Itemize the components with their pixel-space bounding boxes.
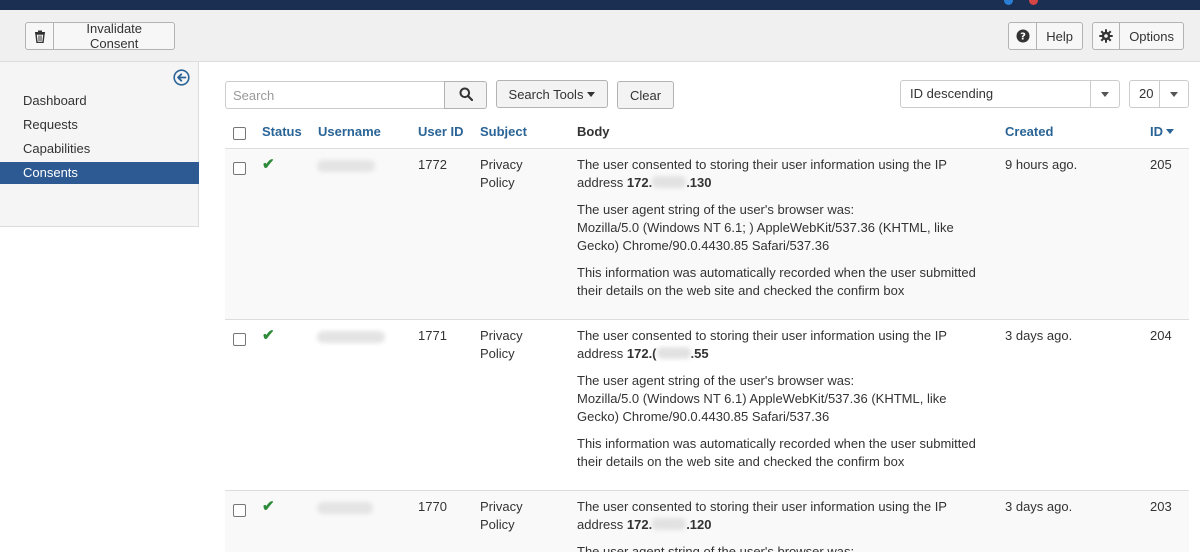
svg-text:?: ? bbox=[1020, 32, 1026, 43]
created-time: 3 days ago. bbox=[1005, 499, 1073, 514]
check-icon[interactable]: ✔ bbox=[262, 497, 275, 515]
consent-id: 203 bbox=[1150, 499, 1172, 514]
ordering-value: ID descending bbox=[910, 86, 994, 101]
table-row: ✔ 1772 Privacy Policy The user consented… bbox=[225, 149, 1189, 320]
column-header-username[interactable]: Username bbox=[318, 124, 381, 139]
clear-button[interactable]: Clear bbox=[617, 81, 674, 109]
user-id: 1772 bbox=[418, 157, 447, 172]
chevron-down-icon bbox=[1090, 81, 1119, 107]
top-bar bbox=[0, 0, 1200, 10]
username-redacted[interactable] bbox=[317, 502, 373, 514]
help-button[interactable]: ? Help bbox=[1008, 22, 1083, 50]
created-time: 9 hours ago. bbox=[1005, 157, 1078, 172]
limit-value: 20 bbox=[1139, 86, 1154, 101]
column-header-created[interactable]: Created bbox=[1005, 124, 1053, 139]
username-redacted[interactable] bbox=[317, 331, 385, 343]
caret-down-icon bbox=[587, 91, 596, 97]
column-header-status[interactable]: Status bbox=[262, 124, 302, 139]
sidebar-item-dashboard[interactable]: Dashboard bbox=[0, 90, 199, 112]
sort-desc-icon bbox=[1166, 129, 1174, 134]
created-time: 3 days ago. bbox=[1005, 328, 1073, 343]
clear-label: Clear bbox=[629, 87, 662, 103]
help-label: Help bbox=[1046, 28, 1073, 44]
user-id: 1770 bbox=[418, 499, 447, 514]
question-icon: ? bbox=[1009, 23, 1038, 49]
subject-line2: Policy bbox=[480, 517, 515, 532]
table-row: ✔ 1771 Privacy Policy The user consented… bbox=[225, 320, 1189, 491]
invalidate-consent-label: Invalidate Consent bbox=[86, 21, 143, 51]
limit-select[interactable]: 20 bbox=[1129, 80, 1189, 108]
options-label: Options bbox=[1129, 28, 1174, 44]
notification-dot-red[interactable] bbox=[1029, 0, 1038, 5]
subject-line1: Privacy bbox=[480, 328, 523, 343]
row-checkbox[interactable] bbox=[233, 162, 246, 175]
consent-id: 205 bbox=[1150, 157, 1172, 172]
sidebar-item-capabilities[interactable]: Capabilities bbox=[0, 138, 199, 160]
sidebar-item-consents[interactable]: Consents bbox=[0, 162, 199, 184]
row-checkbox[interactable] bbox=[233, 333, 246, 346]
user-id: 1771 bbox=[418, 328, 447, 343]
sidebar: Dashboard Requests Capabilities Consents bbox=[0, 62, 199, 227]
options-button[interactable]: Options bbox=[1092, 22, 1184, 50]
column-header-id[interactable]: ID bbox=[1150, 124, 1174, 139]
invalidate-consent-button[interactable]: Invalidate Consent bbox=[25, 21, 175, 51]
check-icon[interactable]: ✔ bbox=[262, 155, 275, 173]
search-icon bbox=[459, 87, 473, 104]
column-header-id-label: ID bbox=[1150, 124, 1163, 139]
search-button[interactable] bbox=[444, 81, 487, 109]
chevron-down-icon bbox=[1159, 81, 1188, 107]
gear-icon bbox=[1093, 23, 1121, 49]
check-icon[interactable]: ✔ bbox=[262, 326, 275, 344]
subject-line2: Policy bbox=[480, 175, 515, 190]
trash-icon bbox=[26, 23, 55, 49]
select-all-checkbox[interactable] bbox=[233, 127, 246, 140]
notification-dot-blue[interactable] bbox=[1004, 0, 1013, 5]
consent-id: 204 bbox=[1150, 328, 1172, 343]
search-input[interactable] bbox=[225, 81, 445, 109]
row-checkbox[interactable] bbox=[233, 504, 246, 517]
collapse-sidebar-icon[interactable] bbox=[173, 69, 190, 86]
toolbar: Invalidate Consent ? Help Options bbox=[0, 10, 1200, 62]
sidebar-item-requests[interactable]: Requests bbox=[0, 114, 199, 136]
ordering-select[interactable]: ID descending bbox=[900, 80, 1120, 108]
search-tools-label: Search Tools bbox=[508, 86, 584, 102]
username-redacted[interactable] bbox=[317, 160, 375, 172]
subject-line1: Privacy bbox=[480, 157, 523, 172]
consent-body: The user consented to storing their user… bbox=[577, 157, 976, 298]
consent-body: The user consented to storing their user… bbox=[577, 499, 947, 552]
column-header-body: Body bbox=[577, 124, 610, 139]
consent-body: The user consented to storing their user… bbox=[577, 328, 976, 469]
table-row: ✔ 1770 Privacy Policy The user consented… bbox=[225, 491, 1189, 552]
search-tools-button[interactable]: Search Tools bbox=[496, 80, 608, 108]
subject-line1: Privacy bbox=[480, 499, 523, 514]
column-header-user-id[interactable]: User ID bbox=[418, 124, 464, 139]
column-header-subject[interactable]: Subject bbox=[480, 124, 527, 139]
subject-line2: Policy bbox=[480, 346, 515, 361]
